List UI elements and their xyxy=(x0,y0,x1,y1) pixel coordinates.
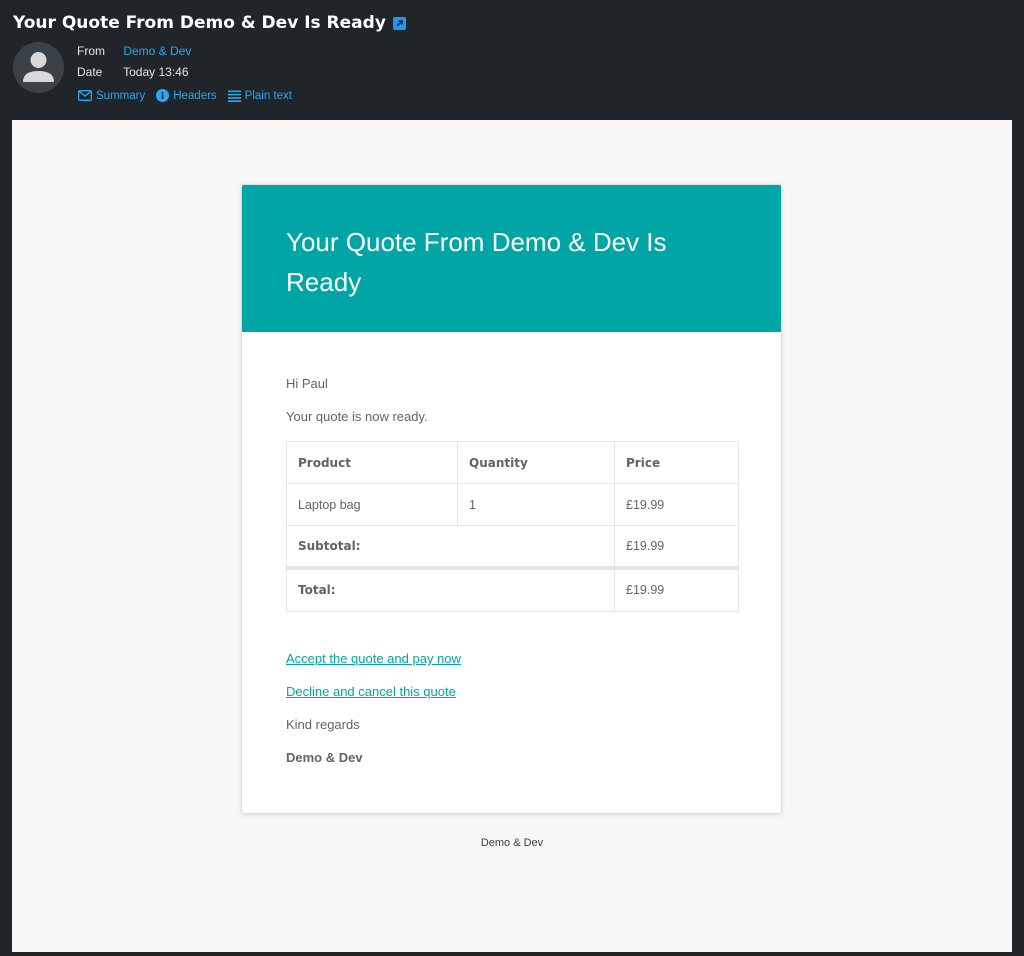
total-row: Total: £19.99 xyxy=(286,565,739,612)
subtotal-row: Subtotal: £19.99 xyxy=(286,525,739,568)
quote-table: Product Quantity Price Laptop bag 1 £19.… xyxy=(286,441,739,612)
info-icon xyxy=(156,89,170,102)
open-external-icon[interactable] xyxy=(392,16,406,30)
email-header-banner: Your Quote From Demo & Dev Is Ready xyxy=(242,185,781,332)
headers-label: Headers xyxy=(173,89,217,102)
summary-link[interactable]: Summary xyxy=(78,90,145,102)
product-header: Product xyxy=(286,441,458,484)
view-mode-links: Summary Headers Plain text xyxy=(78,89,303,102)
total-value: £19.99 xyxy=(614,565,739,612)
plain-text-label: Plain text xyxy=(244,89,292,102)
from-sender-link[interactable]: Demo & Dev xyxy=(123,44,191,58)
greeting: Hi Paul xyxy=(286,376,328,391)
quantity-cell: 1 xyxy=(457,483,615,526)
price-cell: £19.99 xyxy=(614,483,739,526)
email-card: Your Quote From Demo & Dev Is Ready Hi P… xyxy=(241,184,782,814)
price-header: Price xyxy=(614,441,739,484)
email-footer: Demo & Dev xyxy=(480,837,544,849)
email-content: Hi Paul Your quote is now ready. Product… xyxy=(242,332,781,766)
total-label: Total: xyxy=(286,565,615,612)
subtotal-label: Subtotal: xyxy=(286,525,615,568)
date-row: Date Today 13:46 xyxy=(77,65,189,79)
table-header-row: Product Quantity Price xyxy=(286,441,739,484)
from-label: From xyxy=(77,44,105,58)
subtotal-value: £19.99 xyxy=(614,525,739,568)
decline-quote-link[interactable]: Decline and cancel this quote xyxy=(286,684,456,699)
avatar xyxy=(13,42,64,93)
plain-text-link[interactable]: Plain text xyxy=(227,89,292,102)
product-cell: Laptop bag xyxy=(286,483,458,526)
envelope-icon xyxy=(78,90,92,101)
intro-text: Your quote is now ready. xyxy=(286,409,428,424)
quantity-header: Quantity xyxy=(457,441,615,484)
date-label: Date xyxy=(77,65,103,79)
accept-quote-link[interactable]: Accept the quote and pay now xyxy=(286,651,461,666)
headers-link[interactable]: Headers xyxy=(156,89,217,102)
table-row: Laptop bag 1 £19.99 xyxy=(286,483,739,526)
message-header: Your Quote From Demo & Dev Is Ready From… xyxy=(0,0,1024,120)
closing-text: Kind regards xyxy=(286,717,360,732)
subject-text: Your Quote From Demo & Dev Is Ready xyxy=(13,13,386,33)
message-body-viewer: Your Quote From Demo & Dev Is Ready Hi P… xyxy=(12,120,1012,952)
summary-label: Summary xyxy=(96,89,146,102)
date-value: Today 13:46 xyxy=(123,65,189,79)
email-heading: Your Quote From Demo & Dev Is Ready xyxy=(286,227,667,297)
person-icon xyxy=(23,52,54,82)
message-subject: Your Quote From Demo & Dev Is Ready xyxy=(13,13,406,33)
from-row: From Demo & Dev xyxy=(77,44,191,58)
lines-icon xyxy=(227,90,241,102)
signature: Demo & Dev xyxy=(286,750,363,765)
